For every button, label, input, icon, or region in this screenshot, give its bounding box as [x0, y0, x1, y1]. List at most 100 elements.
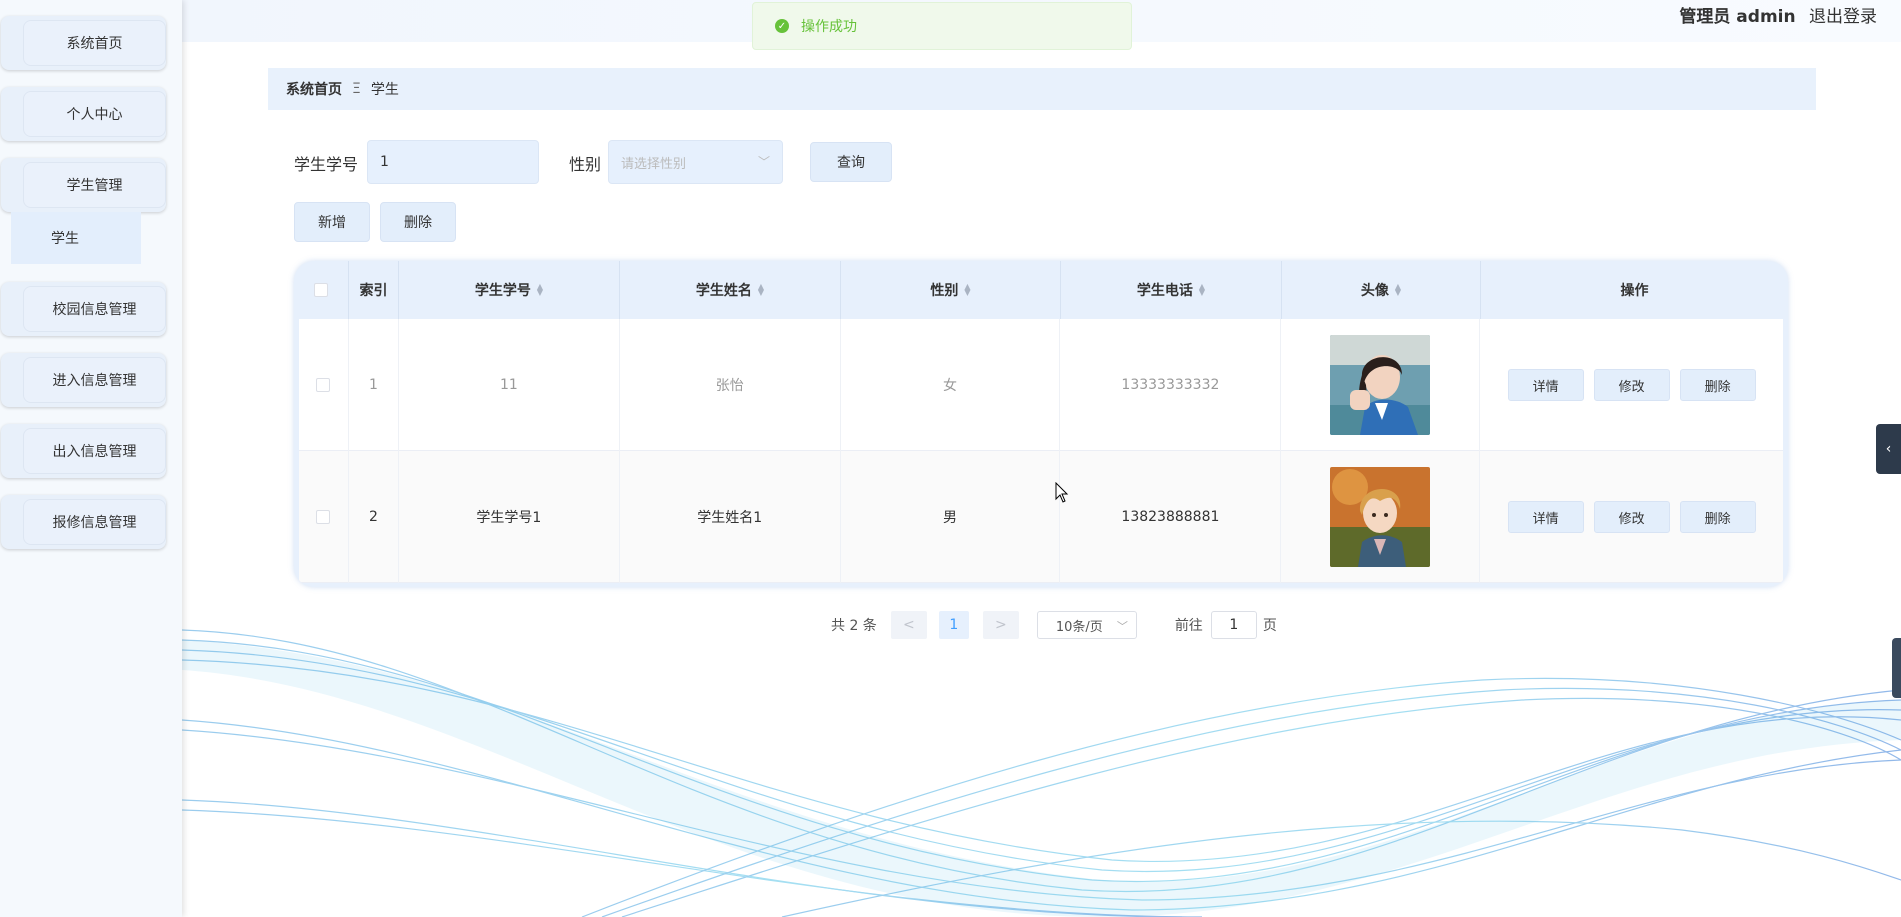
cell-index: 2 [349, 451, 399, 583]
side-handle[interactable] [1892, 638, 1901, 698]
cell-avatar [1281, 319, 1481, 451]
success-toast: ✓ 操作成功 [752, 2, 1132, 50]
student-table: 索引 学生学号 ▲ ▼ 学生姓名 ▲ ▼ 性别 ▲ ▼ 学生电话 ▲ ▼ 头像 ▲ ▼ 操作 1 1… [294, 261, 1788, 587]
cell-student-id: 学生学号1 [399, 451, 620, 583]
goto-page-input[interactable]: 1 [1210, 611, 1257, 639]
chevron-down-icon: ﹀ [1116, 620, 1128, 633]
table-header: 索引 学生学号 ▲ ▼ 学生姓名 ▲ ▼ 性别 ▲ ▼ 学生电话 ▲ ▼ 头像 ▲ ▼ 操作 [294, 261, 1788, 319]
sidebar-item-label: 出入信息管理 [23, 428, 166, 474]
cell-avatar [1281, 451, 1481, 583]
column-header-label: 性别 [930, 283, 959, 299]
user-area: 管理员 admin 退出登录 [1679, 2, 1877, 27]
sidebar-item-profile[interactable]: 个人中心 [1, 87, 166, 141]
column-header-label: 学生电话 [1136, 283, 1193, 299]
chevron-left-icon: ‹ [1885, 441, 1892, 457]
column-header: 索引 [349, 261, 399, 319]
check-circle-icon: ✓ [775, 19, 789, 33]
sidebar-item-student-management[interactable]: 学生管理 [1, 158, 166, 212]
cell-gender: 女 [841, 319, 1061, 451]
sidebar-item-entry-info[interactable]: 进入信息管理 [1, 353, 166, 407]
page-number-current[interactable]: 1 [938, 611, 969, 639]
sort-icon[interactable]: ▲ ▼ [758, 283, 764, 297]
column-header-label: 学生学号 [474, 283, 531, 299]
prev-page-button[interactable]: < [890, 611, 927, 639]
sidebar-item-label: 系统首页 [23, 20, 166, 66]
breadcrumb-current: 学生 [370, 82, 399, 98]
gender-select[interactable]: 请选择性别 ﹀ [608, 140, 783, 184]
sort-icon[interactable]: ▲ ▼ [537, 283, 543, 297]
sidebar-item-campus-info[interactable]: 校园信息管理 [1, 282, 166, 336]
column-header-name[interactable]: 学生姓名 ▲ ▼ [620, 261, 841, 319]
sidebar-item-exit-info[interactable]: 出入信息管理 [1, 424, 166, 478]
student-id-input[interactable]: 1 [367, 140, 539, 184]
sort-icon[interactable]: ▲ ▼ [1395, 283, 1401, 297]
table-row: 1 11 张怡 女 13333333332 详情 修改 删除 [299, 319, 1783, 451]
select-all-checkbox[interactable] [314, 283, 328, 297]
sidebar: 系统首页 个人中心 学生管理 学生 校园信息管理 进入信息管理 出入信息管理 报… [0, 0, 182, 917]
column-header-phone[interactable]: 学生电话 ▲ ▼ [1061, 261, 1282, 319]
row-checkbox-cell [299, 319, 349, 451]
sort-icon[interactable]: ▲ ▼ [1199, 283, 1205, 297]
sidebar-item-home[interactable]: 系统首页 [1, 16, 166, 70]
toast-message: 操作成功 [801, 19, 857, 35]
breadcrumb-separator: Ξ [352, 81, 361, 97]
page-word: 页 [1262, 618, 1277, 634]
column-header-label: 头像 [1360, 283, 1389, 299]
goto-label: 前往 [1174, 618, 1203, 634]
cell-actions: 详情 修改 删除 [1480, 319, 1783, 451]
gender-select-placeholder: 请选择性别 [621, 156, 687, 172]
column-header-avatar[interactable]: 头像 ▲ ▼ [1282, 261, 1481, 319]
edit-button[interactable]: 修改 [1593, 369, 1670, 401]
sidebar-item-label: 进入信息管理 [23, 357, 166, 403]
query-button[interactable]: 查询 [810, 142, 892, 182]
cell-gender: 男 [841, 451, 1061, 583]
detail-button[interactable]: 详情 [1507, 501, 1584, 533]
sidebar-item-label: 报修信息管理 [23, 499, 166, 545]
cell-phone: 13333333332 [1060, 319, 1282, 451]
collapse-panel-button[interactable]: ‹ [1876, 424, 1901, 474]
logout-link[interactable]: 退出登录 [1809, 7, 1877, 27]
sort-icon[interactable]: ▲ ▼ [964, 283, 970, 297]
cell-phone: 13823888881 [1060, 451, 1282, 583]
edit-button[interactable]: 修改 [1593, 501, 1670, 533]
bulk-delete-button[interactable]: 删除 [380, 202, 456, 242]
username: admin [1736, 7, 1796, 27]
breadcrumb-home[interactable]: 系统首页 [286, 79, 342, 99]
background-waves [182, 629, 1901, 917]
delete-button[interactable]: 删除 [1679, 501, 1756, 533]
next-page-button[interactable]: > [982, 611, 1019, 639]
mouse-cursor-icon [1055, 482, 1069, 503]
avatar-image[interactable] [1330, 335, 1431, 435]
table-row: 2 学生学号1 学生姓名1 男 13823888881 详情 修改 删除 [299, 451, 1783, 583]
cell-student-id: 11 [399, 319, 620, 451]
breadcrumb: 系统首页 Ξ 学生 [268, 68, 1816, 110]
cell-index: 1 [349, 319, 399, 451]
page-size-value: 10条/页 [1055, 619, 1103, 635]
user-role: 管理员 [1679, 7, 1731, 27]
sidebar-item-label: 学生管理 [23, 162, 166, 208]
sidebar-subitem-student[interactable]: 学生 [11, 212, 141, 264]
row-checkbox[interactable] [316, 510, 331, 524]
delete-button[interactable]: 删除 [1679, 369, 1756, 401]
column-header-label: 学生姓名 [695, 283, 752, 299]
pagination-total: 共 2 条 [831, 618, 877, 634]
pagination: 共 2 条 < 1 > 10条/页 ﹀ 前往 1 页 [831, 611, 1277, 639]
add-button[interactable]: 新增 [294, 202, 370, 242]
page-size-select[interactable]: 10条/页 ﹀ [1036, 611, 1137, 639]
cell-name: 学生姓名1 [620, 451, 841, 583]
column-header: 操作 [1620, 283, 1649, 299]
gender-label: 性别 [569, 155, 602, 174]
column-header-gender[interactable]: 性别 ▲ ▼ [841, 261, 1061, 319]
sidebar-item-repair-info[interactable]: 报修信息管理 [1, 495, 166, 549]
column-header-student-id[interactable]: 学生学号 ▲ ▼ [399, 261, 620, 319]
row-checkbox-cell [299, 451, 349, 583]
header-checkbox-cell [294, 261, 349, 319]
sidebar-item-label: 校园信息管理 [23, 286, 166, 332]
row-checkbox[interactable] [316, 378, 331, 392]
sidebar-item-label: 个人中心 [23, 91, 166, 137]
cell-actions: 详情 修改 删除 [1480, 451, 1783, 583]
detail-button[interactable]: 详情 [1507, 369, 1584, 401]
chevron-down-icon: ﹀ [757, 155, 770, 169]
student-id-label: 学生学号 [294, 155, 359, 174]
avatar-image[interactable] [1330, 467, 1431, 567]
